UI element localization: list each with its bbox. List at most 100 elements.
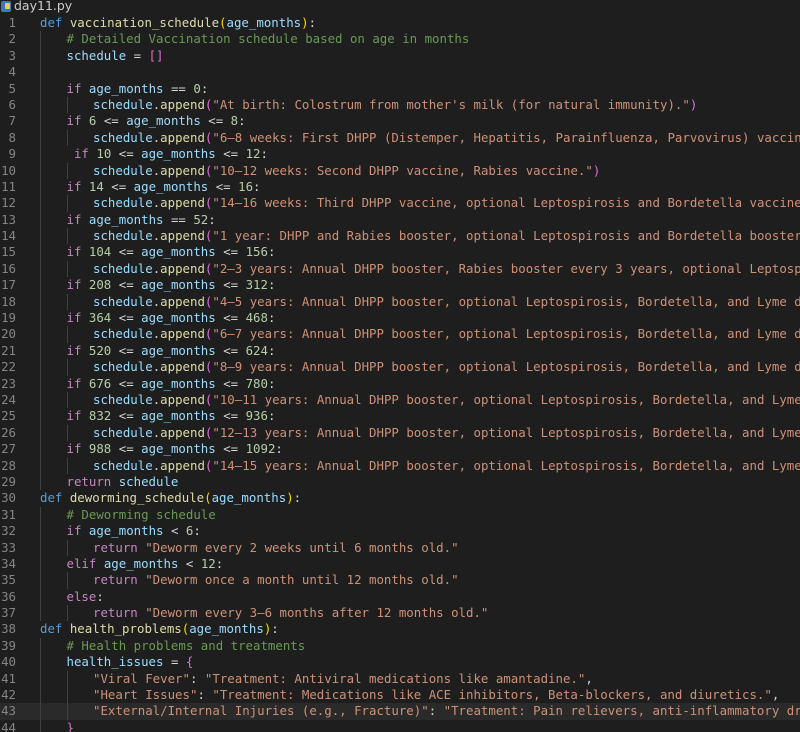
code-token: "Deworm every 3–6 months after 12 months… xyxy=(145,605,489,621)
code-token: 780 xyxy=(245,375,268,391)
code-line[interactable]: 30 def deworming_schedule(age_months): xyxy=(0,490,800,506)
line-number: 14 xyxy=(1,228,16,244)
code-text: def deworming_schedule(age_months): xyxy=(40,490,301,506)
code-line[interactable]: 9 if 10 <= age_months <= 12: xyxy=(0,146,800,163)
code-line[interactable]: 16 schedule.append("2–3 years: Annual DHP… xyxy=(0,260,800,278)
code-line[interactable]: 10 schedule.append("10–12 weeks: Second D… xyxy=(0,162,800,179)
code-token: 624 xyxy=(245,342,268,358)
code-line[interactable]: 27 if 988 <= age_months <= 1092: xyxy=(0,441,800,458)
indent-guide xyxy=(40,310,41,327)
code-text: if 676 <= age_months <= 780: xyxy=(67,376,276,392)
line-number: 38 xyxy=(1,621,16,637)
code-line[interactable]: 19 if 364 <= age_months <= 468: xyxy=(0,310,800,327)
code-line[interactable]: 35 return "Deworm once a month until 12 m… xyxy=(0,572,800,589)
line-number: 40 xyxy=(1,654,16,670)
code-line[interactable]: 12 schedule.append("14–16 weeks: Third DH… xyxy=(0,195,800,212)
code-line[interactable]: 28 schedule.append("14–15 years: Annual D… xyxy=(0,457,800,474)
code-token: : xyxy=(193,523,201,539)
code-line[interactable]: 3 schedule = [] xyxy=(0,47,800,65)
code-line[interactable]: 31 # Deworming schedule xyxy=(0,506,800,524)
code-token: schedule xyxy=(93,260,153,276)
code-text: schedule.append("1 year: DHPP and Rabies… xyxy=(93,228,800,244)
code-line[interactable]: 32 if age_months < 6: xyxy=(0,523,800,540)
code-token: 832 xyxy=(88,408,112,424)
code-token: append xyxy=(160,293,205,309)
code-line[interactable]: 17 if 208 <= age_months <= 312: xyxy=(0,277,800,294)
code-line[interactable]: 4 xyxy=(0,64,800,81)
code-line[interactable]: 39 # Health problems and treatments xyxy=(0,637,800,655)
code-token: 8 xyxy=(230,113,239,129)
code-text: if age_months == 52: xyxy=(67,212,216,228)
code-line[interactable]: 21 if 520 <= age_months <= 624: xyxy=(0,342,800,360)
code-token: : xyxy=(189,670,205,686)
tab-title[interactable]: day11.py xyxy=(14,0,72,13)
code-line[interactable]: 42 "Heart Issues": "Treatment: Medication… xyxy=(0,687,800,704)
code-line[interactable]: 29 return schedule xyxy=(0,473,800,491)
code-line[interactable]: 1 def vaccination_schedule(age_months): xyxy=(0,15,800,31)
code-line[interactable]: 33 return "Deworm every 2 weeks until 6 m… xyxy=(0,539,800,556)
indent-guide xyxy=(66,539,68,556)
code-line[interactable]: 23 if 676 <= age_months <= 780: xyxy=(0,375,800,392)
line-number: 29 xyxy=(1,473,16,489)
code-text: if 832 <= age_months <= 936: xyxy=(67,408,276,424)
code-line[interactable]: 38 def health_problems(age_months): xyxy=(0,621,800,637)
code-text: schedule.append("6–7 years: Annual DHPP … xyxy=(93,326,800,342)
code-token: if xyxy=(66,113,89,129)
code-line[interactable]: 41 "Viral Fever": "Treatment: Antiviral m… xyxy=(0,670,800,688)
code-line[interactable]: 34 elif age_months < 12: xyxy=(0,555,800,573)
code-token: "6–8 weeks: First DHPP (Distemper, Hepat… xyxy=(212,129,800,145)
code-line[interactable]: 37 return "Deworm every 3–6 months after … xyxy=(0,605,800,622)
code-token: schedule xyxy=(93,326,153,342)
indent-guide xyxy=(40,162,41,179)
code-line[interactable]: 8 schedule.append("6–8 weeks: First DHPP … xyxy=(0,129,800,147)
code-token: "10–12 weeks: Second DHPP vaccine, Rabie… xyxy=(212,162,593,178)
code-line[interactable]: 18 schedule.append("4–5 years: Annual DHP… xyxy=(0,293,800,311)
code-editor[interactable]: 1 def vaccination_schedule(age_months): 2 #… xyxy=(0,15,800,732)
indent-guide xyxy=(66,293,68,311)
code-line[interactable]: 5 if age_months == 0: xyxy=(0,80,800,97)
code-line[interactable]: 15 if 104 <= age_months <= 156: xyxy=(0,244,800,261)
code-line[interactable]: 36 else: xyxy=(0,588,800,606)
code-token: : xyxy=(293,490,302,506)
code-token: <= xyxy=(111,408,142,424)
indent-guide xyxy=(40,523,41,540)
code-line[interactable]: 43 "External/Internal Injuries (e.g., Fra… xyxy=(0,703,800,720)
indent-guide xyxy=(40,408,41,425)
line-number: 6 xyxy=(8,96,16,112)
code-token: <= xyxy=(215,277,246,293)
code-line[interactable]: 22 schedule.append("8–9 years: Annual DHP… xyxy=(0,359,800,376)
code-text: schedule.append("2–3 years: Annual DHPP … xyxy=(93,261,800,277)
code-token: schedule xyxy=(93,228,153,244)
code-token: schedule xyxy=(93,96,153,112)
indent-guide xyxy=(66,195,68,212)
code-token: : xyxy=(197,687,213,703)
code-line[interactable]: 26 schedule.append("12–13 years: Annual D… xyxy=(0,424,800,442)
code-line[interactable]: 13 if age_months == 52: xyxy=(0,211,800,229)
code-token: 208 xyxy=(88,277,112,293)
code-line[interactable]: 2 # Detailed Vaccination schedule based o… xyxy=(0,31,800,48)
code-token: age_months xyxy=(133,178,209,194)
line-number: 15 xyxy=(1,244,16,260)
code-line[interactable]: 20 schedule.append("6–7 years: Annual DHP… xyxy=(0,326,800,343)
code-token: 0 xyxy=(193,80,201,96)
code-token: : xyxy=(200,80,209,96)
line-number: 9 xyxy=(8,146,16,162)
code-line[interactable]: 25 if 832 <= age_months <= 936: xyxy=(0,408,800,425)
code-line[interactable]: 24 schedule.append("10–11 years: Annual D… xyxy=(0,391,800,409)
code-line[interactable]: 6 schedule.append("At birth: Colostrum fr… xyxy=(0,96,800,114)
code-line[interactable]: 40 health_issues = { xyxy=(0,654,800,671)
code-token: , xyxy=(585,670,593,686)
code-token: append xyxy=(160,391,205,407)
code-token: : xyxy=(96,588,104,604)
code-text: schedule.append("12–13 years: Annual DHP… xyxy=(93,425,800,441)
code-token: 364 xyxy=(88,310,112,326)
code-line[interactable]: 14 schedule.append("1 year: DHPP and Rabi… xyxy=(0,228,800,245)
code-line[interactable]: 7 if 6 <= age_months <= 8: xyxy=(0,113,800,130)
code-line[interactable]: 44} xyxy=(0,719,800,732)
code-token: age_months xyxy=(88,80,164,96)
code-token: age_months xyxy=(211,490,287,506)
code-token: : xyxy=(267,342,276,358)
code-text: schedule.append("10–12 weeks: Second DHP… xyxy=(93,163,600,179)
code-line[interactable]: 11 if 14 <= age_months <= 16: xyxy=(0,178,800,196)
indent-guide xyxy=(66,391,68,409)
